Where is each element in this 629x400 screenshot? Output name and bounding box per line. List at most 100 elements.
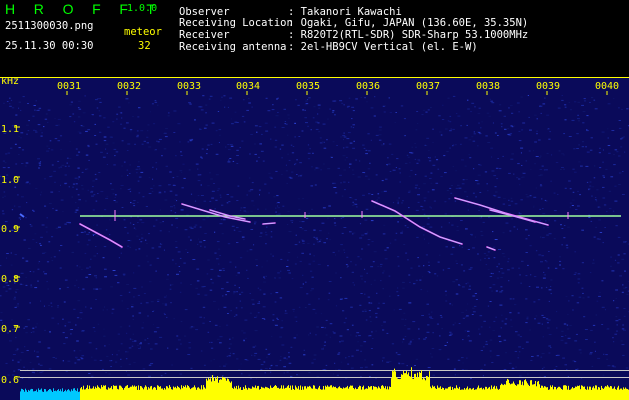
level-bar bbox=[173, 386, 174, 400]
level-bar bbox=[339, 386, 340, 400]
antenna-value: : 2el-HB9CV Vertical (el. E-W) bbox=[288, 41, 478, 53]
level-bar bbox=[307, 386, 308, 400]
level-bar bbox=[501, 383, 502, 400]
level-bar bbox=[558, 386, 559, 400]
level-bar bbox=[248, 387, 249, 400]
level-bar bbox=[467, 386, 468, 400]
level-bar bbox=[119, 385, 120, 400]
level-bar bbox=[199, 388, 200, 400]
level-bar bbox=[308, 386, 309, 400]
level-bar bbox=[349, 386, 350, 400]
level-bar bbox=[320, 389, 321, 400]
level-bar bbox=[352, 385, 353, 400]
level-bar bbox=[520, 380, 521, 400]
level-bar bbox=[383, 386, 384, 400]
level-bar bbox=[607, 385, 608, 400]
level-bar bbox=[128, 388, 129, 400]
level-bar bbox=[543, 387, 544, 400]
level-bar bbox=[603, 388, 604, 400]
level-bar bbox=[371, 386, 372, 400]
level-bar bbox=[470, 388, 471, 400]
level-bar bbox=[221, 379, 222, 400]
level-bar bbox=[441, 389, 442, 400]
level-bar bbox=[368, 386, 369, 400]
level-bar bbox=[298, 386, 299, 400]
level-bar bbox=[484, 389, 485, 400]
level-bar bbox=[460, 389, 461, 400]
level-bar bbox=[140, 386, 141, 400]
level-bar bbox=[181, 385, 182, 400]
level-bar bbox=[606, 386, 607, 400]
level-bar bbox=[453, 389, 454, 400]
level-bar bbox=[276, 386, 277, 400]
level-bar bbox=[45, 389, 46, 400]
level-bar bbox=[95, 386, 96, 400]
level-bar bbox=[388, 389, 389, 400]
level-bar bbox=[390, 387, 391, 400]
level-bar bbox=[206, 378, 207, 400]
level-bar bbox=[514, 383, 515, 400]
level-bar bbox=[319, 385, 320, 400]
level-bar bbox=[490, 389, 491, 400]
level-bar bbox=[132, 385, 133, 400]
level-bar bbox=[113, 385, 114, 400]
level-bar bbox=[488, 387, 489, 400]
meteor-label: meteor bbox=[124, 26, 162, 38]
level-bar bbox=[544, 386, 545, 400]
level-bar bbox=[117, 388, 118, 400]
receiver-value: : R820T2(RTL-SDR) SDR-Sharp 53.1000MHz bbox=[288, 29, 529, 41]
level-bar bbox=[77, 388, 78, 400]
spectrogram: kHz 1.1 1.0 0.9 0.8 0.7 0.6 0031 0032 00… bbox=[0, 77, 629, 400]
level-bar bbox=[34, 391, 35, 400]
level-bar bbox=[263, 387, 264, 400]
level-bar bbox=[345, 387, 346, 400]
level-bar bbox=[333, 386, 334, 400]
level-bar bbox=[373, 386, 374, 400]
level-bar bbox=[191, 388, 192, 400]
level-bar bbox=[327, 385, 328, 400]
level-bar bbox=[93, 386, 94, 400]
level-bar bbox=[31, 388, 32, 400]
level-bar bbox=[74, 388, 75, 400]
level-bar bbox=[419, 371, 420, 400]
level-bar bbox=[169, 385, 170, 400]
level-bar bbox=[267, 387, 268, 400]
level-bar bbox=[402, 374, 403, 400]
level-bar bbox=[99, 387, 100, 400]
level-bar bbox=[326, 386, 327, 400]
level-bar bbox=[36, 389, 37, 400]
level-bar bbox=[281, 385, 282, 400]
level-bar bbox=[588, 389, 589, 400]
level-bar bbox=[182, 388, 183, 400]
level-bar bbox=[116, 385, 117, 400]
level-bar bbox=[162, 388, 163, 400]
level-bar bbox=[509, 383, 510, 400]
level-bar bbox=[495, 388, 496, 400]
level-bar bbox=[22, 389, 23, 400]
level-bar bbox=[508, 379, 509, 400]
level-bar bbox=[213, 377, 214, 400]
level-bar bbox=[511, 383, 512, 400]
level-bar bbox=[102, 387, 103, 400]
level-bar bbox=[40, 389, 41, 400]
level-bar bbox=[274, 385, 275, 400]
level-bar bbox=[158, 385, 159, 400]
level-bar bbox=[38, 388, 39, 400]
level-bar bbox=[358, 387, 359, 400]
level-bar bbox=[75, 390, 76, 400]
level-bar bbox=[449, 386, 450, 400]
level-bar bbox=[23, 389, 24, 400]
level-bar bbox=[73, 388, 74, 400]
level-bar bbox=[602, 388, 603, 400]
level-bar bbox=[409, 376, 410, 400]
x-tick-label: 0031 bbox=[57, 81, 81, 92]
level-bar bbox=[91, 388, 92, 400]
level-bar bbox=[404, 373, 405, 400]
level-bar bbox=[287, 386, 288, 400]
level-bar bbox=[465, 389, 466, 400]
level-bar bbox=[325, 385, 326, 400]
level-bar bbox=[571, 388, 572, 400]
file-name: 2511300030.png bbox=[5, 20, 94, 32]
level-bar bbox=[366, 388, 367, 400]
level-bar bbox=[491, 385, 492, 400]
